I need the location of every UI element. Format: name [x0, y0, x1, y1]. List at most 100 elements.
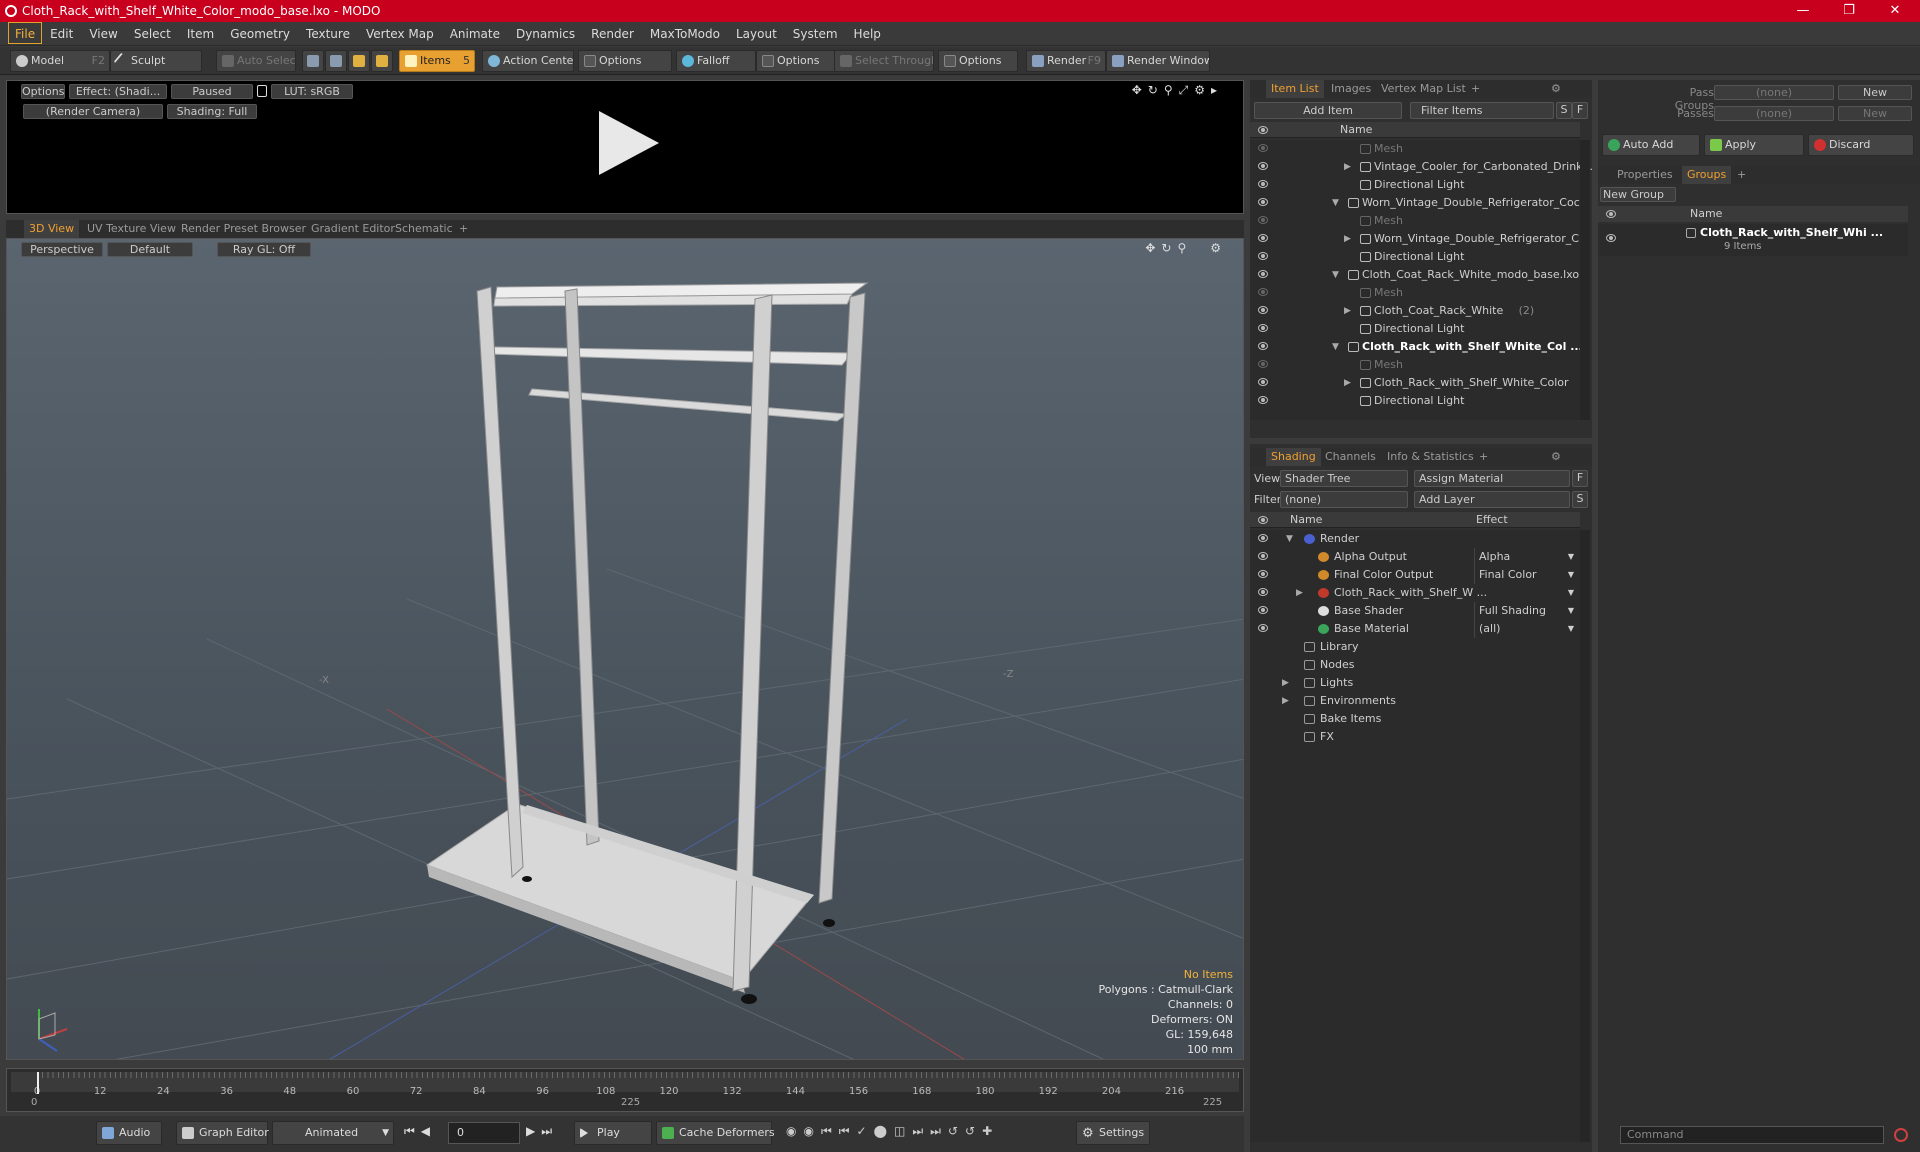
falloff-button[interactable]: Falloff	[676, 50, 756, 72]
default-style-dropdown[interactable]: Default	[107, 242, 193, 257]
audio-button[interactable]: Audio	[96, 1121, 162, 1145]
new-pass-group-button[interactable]: New	[1838, 85, 1912, 100]
menu-edit[interactable]: Edit	[42, 23, 81, 45]
record-macro-icon[interactable]	[1894, 1128, 1908, 1142]
item-list-row[interactable]: ▶ Worn_Vintage_Double_Refrigerator_C...	[1250, 230, 1589, 248]
close-icon[interactable]: ✕	[1872, 0, 1918, 22]
visibility-eye-icon[interactable]	[1258, 216, 1268, 224]
filter-items-input[interactable]: Filter Items	[1410, 102, 1554, 119]
new-group-button[interactable]: New Group	[1600, 187, 1676, 202]
visibility-eye-icon[interactable]	[1258, 234, 1268, 242]
tab-shading[interactable]: Shading	[1266, 448, 1321, 466]
sculpt-button[interactable]: Sculpt	[110, 50, 202, 72]
panel-options-icon[interactable]: ⚙	[1546, 80, 1566, 98]
item-list-row[interactable]: Directional Light	[1250, 320, 1580, 338]
menu-file[interactable]: File	[8, 22, 43, 44]
shading-s-button[interactable]: S	[1572, 491, 1588, 508]
add-layer-dropdown[interactable]: Add Layer	[1414, 491, 1570, 508]
minimize-icon[interactable]: —	[1780, 0, 1826, 22]
collapsed-arrow-icon[interactable]: ▶	[1344, 158, 1351, 176]
menu-system[interactable]: System	[785, 23, 846, 45]
shader-effect-dropdown[interactable]: Full Shading ▼	[1474, 602, 1576, 620]
expanded-arrow-icon[interactable]: ▼	[1332, 338, 1339, 356]
menu-help[interactable]: Help	[846, 23, 889, 45]
visibility-eye-icon[interactable]	[1258, 360, 1268, 368]
shader-tree-row[interactable]: ▼ Render	[1250, 530, 1580, 548]
lut-dropdown[interactable]: LUT: sRGB	[271, 84, 353, 99]
visibility-eye-icon[interactable]	[1258, 624, 1268, 632]
edges-mode-icon[interactable]	[325, 50, 347, 72]
item-list-row[interactable]: ▼ Cloth_Coat_Rack_White_modo_base.lxo	[1250, 266, 1580, 284]
tab-channels[interactable]: Channels	[1320, 448, 1381, 466]
item-list-row[interactable]: ▶ Vintage_Cooler_for_Carbonated_Drink...	[1250, 158, 1593, 176]
shader-filter-dropdown[interactable]: (none)	[1280, 491, 1408, 508]
visibility-eye-icon[interactable]	[1258, 162, 1268, 170]
shader-tree-row[interactable]: ▶ Lights	[1250, 674, 1580, 692]
tab-properties[interactable]: Properties	[1612, 166, 1678, 184]
new-pass-button[interactable]: New	[1838, 106, 1912, 121]
visibility-eye-icon[interactable]	[1258, 534, 1268, 542]
visibility-eye-icon[interactable]	[1258, 324, 1268, 332]
transport-next-icons[interactable]: ▶⏭	[526, 1124, 558, 1139]
vertices-mode-icon[interactable]	[302, 50, 324, 72]
command-input[interactable]: Command	[1620, 1126, 1884, 1144]
item-list-row[interactable]: ▼ Worn_Vintage_Double_Refrigerator_Coc...	[1250, 194, 1590, 212]
action-center-button[interactable]: Action Center	[482, 50, 574, 72]
add-tab-icon[interactable]: +	[1732, 166, 1751, 184]
visibility-eye-icon[interactable]	[1258, 570, 1268, 578]
shader-tree-row[interactable]: Alpha Output Alpha ▼	[1250, 548, 1580, 566]
items-mode-button[interactable]: Items 5	[399, 50, 475, 72]
menu-render[interactable]: Render	[583, 23, 642, 45]
perspective-dropdown[interactable]: Perspective	[21, 242, 103, 257]
menu-dynamics[interactable]: Dynamics	[508, 23, 583, 45]
shader-tree-row[interactable]: FX	[1250, 728, 1580, 746]
options-button-1[interactable]: Options	[578, 50, 672, 72]
item-list-row[interactable]: Mesh	[1250, 356, 1580, 374]
viewport-navigation-icon[interactable]: ✥↻⚲ ⚙	[1145, 241, 1227, 255]
menu-texture[interactable]: Texture	[298, 23, 358, 45]
item-list-row[interactable]: Directional Light	[1250, 392, 1580, 410]
options-button-3[interactable]: Options	[938, 50, 1018, 72]
visibility-eye-icon[interactable]	[1258, 378, 1268, 386]
collapsed-arrow-icon[interactable]: ▶	[1344, 230, 1351, 248]
menu-item[interactable]: Item	[179, 23, 222, 45]
shading-f-button[interactable]: F	[1572, 470, 1588, 487]
menu-vertex-map[interactable]: Vertex Map	[358, 23, 442, 45]
visibility-eye-icon[interactable]	[1258, 198, 1268, 206]
viewport-3d[interactable]: Perspective Default Ray GL: Off ✥↻⚲ ⚙ -X…	[6, 238, 1244, 1060]
tab-images[interactable]: Images	[1326, 80, 1376, 98]
shader-tree-row[interactable]: Nodes	[1250, 656, 1580, 674]
timeline[interactable]: 0 12 24 36 48 60 72 84 96 108 120 132 144 156 168 180 19…	[6, 1068, 1244, 1112]
frame-input[interactable]: 0	[448, 1122, 520, 1144]
group-visibility-icon[interactable]	[1606, 234, 1616, 242]
key-tools-icons[interactable]: ◉◉⏮⏮✓⬤◫⏭⏭↺↺✚	[786, 1124, 999, 1139]
visibility-eye-icon[interactable]	[1258, 552, 1268, 560]
tab-info-statistics[interactable]: Info & Statistics	[1382, 448, 1479, 466]
tab-uv-texture-view[interactable]: UV Texture View	[82, 220, 181, 238]
collapsed-arrow-icon[interactable]: ▶	[1282, 692, 1289, 710]
lock-icon[interactable]	[257, 85, 267, 97]
options-button-2[interactable]: Options	[756, 50, 836, 72]
render-options-button[interactable]: Options	[21, 84, 65, 99]
expanded-arrow-icon[interactable]: ▼	[1286, 530, 1293, 548]
shader-view-dropdown[interactable]: Shader Tree	[1280, 470, 1408, 487]
effect-dropdown[interactable]: Effect: (Shadi...	[69, 84, 167, 99]
add-tab-icon[interactable]: +	[1466, 80, 1485, 98]
shader-effect-dropdown[interactable]: Alpha ▼	[1474, 548, 1576, 566]
visibility-eye-icon[interactable]	[1258, 252, 1268, 260]
apply-button[interactable]: Apply	[1704, 134, 1804, 156]
auto-add-button[interactable]: Auto Add	[1602, 134, 1700, 156]
expanded-arrow-icon[interactable]: ▼	[1332, 194, 1339, 212]
visibility-eye-icon[interactable]	[1258, 270, 1268, 278]
play-render-icon[interactable]	[599, 111, 659, 175]
visibility-eye-icon[interactable]	[1258, 288, 1268, 296]
collapsed-arrow-icon[interactable]: ▶	[1344, 374, 1351, 392]
collapsed-arrow-icon[interactable]: ▶	[1282, 674, 1289, 692]
transport-prev-icons[interactable]: ⏮◀	[404, 1124, 436, 1139]
item-list-row[interactable]: Mesh	[1250, 212, 1580, 230]
visibility-eye-icon[interactable]	[1258, 180, 1268, 188]
item-list-row[interactable]: ▼ Cloth_Rack_with_Shelf_White_Col ...	[1250, 338, 1583, 356]
collapsed-arrow-icon[interactable]: ▶	[1344, 302, 1351, 320]
expanded-arrow-icon[interactable]: ▼	[1332, 266, 1339, 284]
shader-tree-row[interactable]: ▶ Environments	[1250, 692, 1580, 710]
